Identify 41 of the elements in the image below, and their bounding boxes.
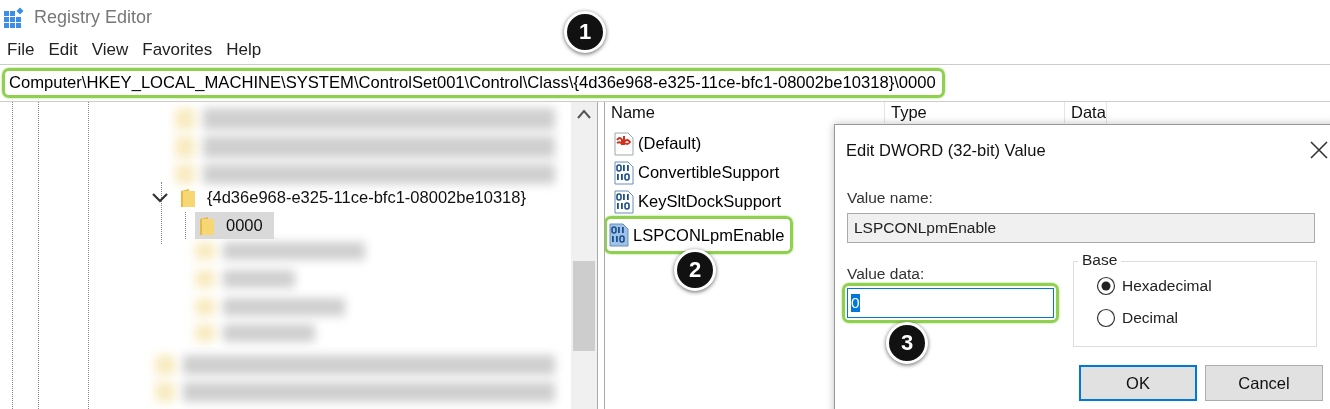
radio-button[interactable] [1096,276,1116,296]
value-data-field[interactable]: 0 [847,288,1054,318]
scrollbar[interactable] [571,102,597,409]
menu-item[interactable]: Favorites [142,39,213,60]
menu-item[interactable]: View [91,39,129,60]
value-row[interactable]: KeySltDockSupport [606,187,785,216]
binary-value-icon [613,160,635,185]
value-row[interactable]: ConvertibleSupport [606,158,783,187]
chevron-down-icon[interactable] [150,190,170,205]
menu-item[interactable]: File [7,39,35,60]
menu-item[interactable]: Help [226,39,262,60]
cancel-button[interactable]: Cancel [1205,365,1323,401]
binary-value-icon [613,189,635,214]
tree-item[interactable]: {4d36e968-e325-11ce-bfc1-08002be10318} [176,184,537,211]
registry-editor-logo-icon [4,6,26,29]
radio-label[interactable]: Hexadecimal [1122,277,1212,295]
window-title: Registry Editor [34,7,153,28]
menu-item[interactable]: Edit [48,39,78,60]
string-value-icon [613,131,635,156]
scrollbar-thumb[interactable] [573,261,595,351]
step-number-badge: 1 [564,11,606,53]
dialog-title: Edit DWORD (32-bit) Value [846,140,1046,160]
value-data-label: Value data: [847,265,926,283]
radio-label[interactable]: Decimal [1122,309,1178,327]
tree-item[interactable]: 0000 [195,212,274,239]
value-name-label: Value name: [847,189,934,207]
scroll-up-icon[interactable] [576,108,592,120]
ok-button[interactable]: OK [1079,365,1197,401]
value-row[interactable]: (Default) [606,129,705,158]
address-path-field[interactable]: Computer\HKEY_LOCAL_MACHINE\SYSTEM\ControlSet001\Control\Class\{4d36e968-e325-11ce-bfc1-08002be10318}\0000 [9,73,936,93]
column-header[interactable]: Name [605,102,885,123]
column-header[interactable]: Type [885,102,1065,123]
folder-icon [199,215,215,236]
column-header[interactable]: Data [1065,102,1107,123]
highlighted-value-row[interactable]: LSPCONLpmEnable [605,216,794,254]
radio-button[interactable] [1096,308,1116,328]
folder-icon [180,187,196,208]
step-number-badge: 2 [674,249,716,291]
value-name-field[interactable]: LSPCONLpmEnable [847,213,1315,243]
binary-value-icon [608,223,630,247]
close-icon[interactable] [1309,140,1329,160]
